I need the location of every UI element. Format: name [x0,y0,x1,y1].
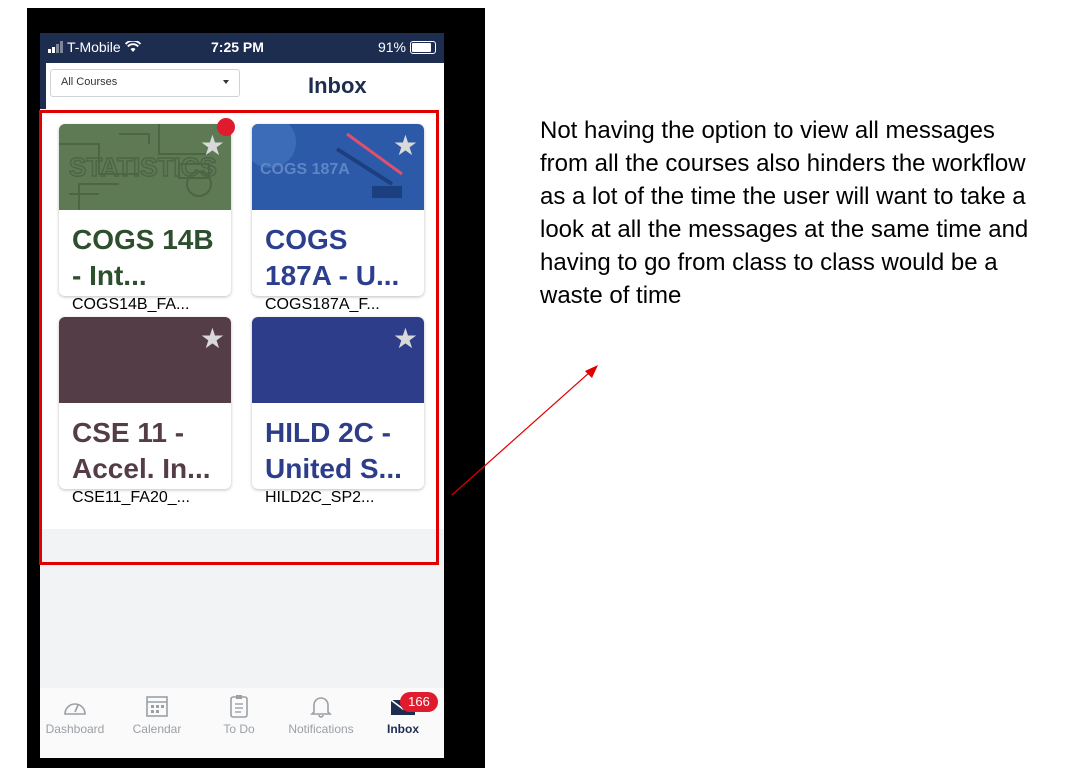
annotation-text: Not having the option to view all messag… [540,117,1029,309]
